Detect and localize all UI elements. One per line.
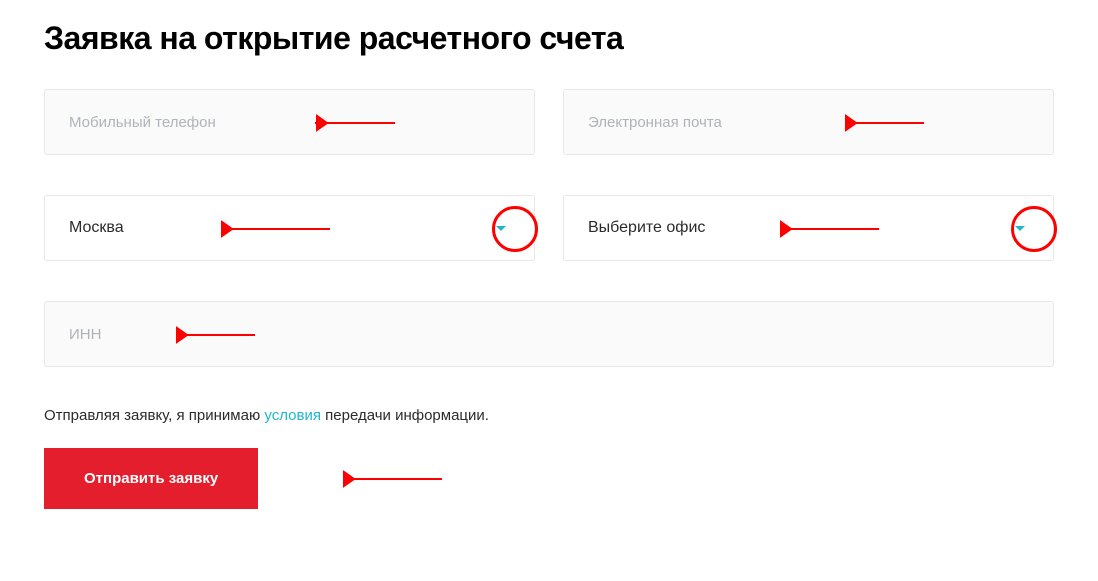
consent-link[interactable]: условия <box>264 407 321 424</box>
city-select-value: Москва <box>69 219 496 237</box>
consent-prefix: Отправляя заявку, я принимаю <box>44 407 264 424</box>
annotation-arrow <box>342 470 442 488</box>
chevron-down-icon <box>1015 226 1025 231</box>
consent-suffix: передачи информации. <box>321 407 489 424</box>
email-field-wrap[interactable] <box>563 89 1054 155</box>
email-input[interactable] <box>588 114 1029 131</box>
consent-text: Отправляя заявку, я принимаю условия пер… <box>44 407 1054 424</box>
office-select-value: Выберите офис <box>588 219 1015 237</box>
phone-input[interactable] <box>69 114 510 131</box>
inn-field-wrap[interactable] <box>44 301 1054 367</box>
phone-field-wrap[interactable] <box>44 89 535 155</box>
city-select[interactable]: Москва <box>44 195 535 261</box>
chevron-down-icon <box>496 226 506 231</box>
inn-input[interactable] <box>69 326 1029 343</box>
page-title: Заявка на открытие расчетного счета <box>44 20 1054 57</box>
submit-button[interactable]: Отправить заявку <box>44 448 258 509</box>
office-select[interactable]: Выберите офис <box>563 195 1054 261</box>
